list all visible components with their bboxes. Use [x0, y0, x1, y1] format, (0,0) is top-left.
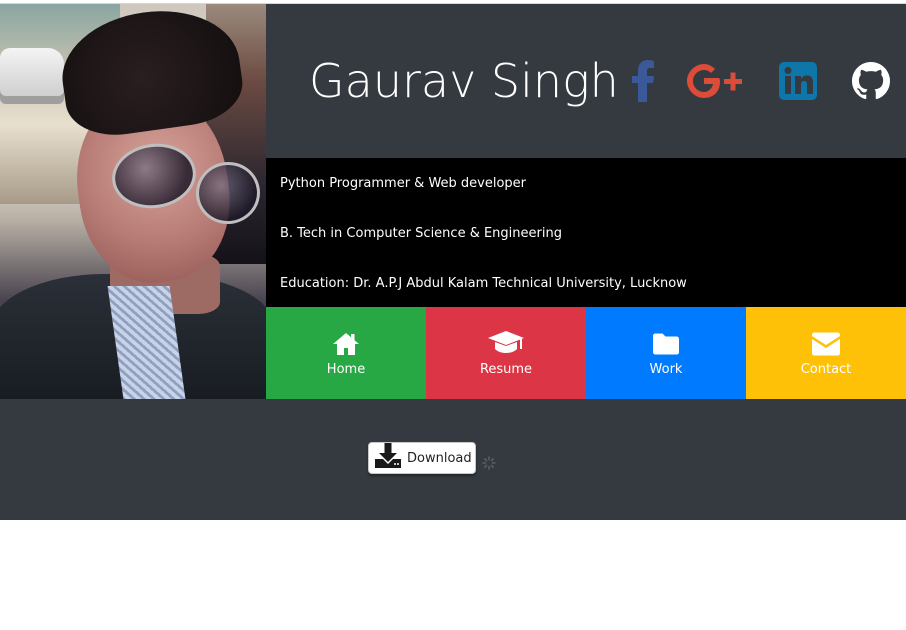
nav-contact[interactable]: Contact: [746, 307, 906, 399]
nav-tiles: Home Resume Work Contact: [266, 307, 906, 399]
facebook-icon: [632, 60, 654, 102]
google-plus-icon: [687, 64, 742, 98]
facebook-link[interactable]: [622, 60, 664, 102]
github-link[interactable]: [850, 60, 892, 102]
download-band: Download: [0, 399, 906, 520]
nav-work[interactable]: Work: [586, 307, 746, 399]
envelope-icon: [811, 330, 841, 356]
info-education: Education: Dr. A.P.J Abdul Kalam Technic…: [280, 276, 687, 291]
google-plus-link[interactable]: [686, 60, 744, 102]
info-degree: B. Tech in Computer Science & Engineerin…: [280, 226, 562, 241]
loading-spinner-icon: [482, 456, 496, 470]
header: Gaurav Singh: [266, 4, 906, 158]
nav-resume[interactable]: Resume: [426, 307, 586, 399]
download-button[interactable]: Download: [368, 442, 476, 474]
profile-photo: [0, 4, 266, 399]
photo-car: [0, 48, 64, 104]
linkedin-link[interactable]: [777, 60, 819, 102]
graduation-cap-icon: [487, 330, 525, 356]
download-label: Download: [407, 450, 472, 466]
home-icon: [332, 330, 360, 356]
folder-icon: [652, 330, 680, 356]
nav-contact-label: Contact: [800, 361, 852, 377]
nav-home[interactable]: Home: [266, 307, 426, 399]
nav-home-label: Home: [326, 361, 366, 377]
nav-work-label: Work: [649, 361, 683, 377]
nav-resume-label: Resume: [479, 361, 533, 377]
github-icon: [852, 62, 890, 100]
info-band: Python Programmer & Web developer B. Tec…: [266, 158, 906, 307]
linkedin-icon: [779, 62, 817, 100]
info-role: Python Programmer & Web developer: [280, 176, 527, 191]
profile-name: Gaurav Singh: [309, 54, 619, 108]
download-icon: [374, 443, 402, 473]
